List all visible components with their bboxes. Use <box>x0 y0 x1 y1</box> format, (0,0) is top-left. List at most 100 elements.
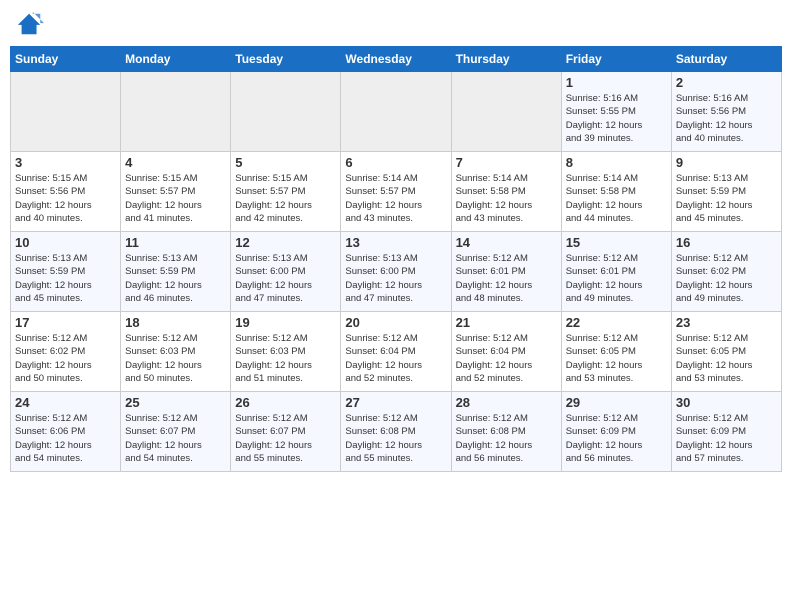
day-info: Sunrise: 5:12 AM Sunset: 6:02 PM Dayligh… <box>676 252 777 305</box>
day-number: 12 <box>235 235 336 250</box>
weekday-header-sunday: Sunday <box>11 47 121 72</box>
calendar-cell: 16Sunrise: 5:12 AM Sunset: 6:02 PM Dayli… <box>671 232 781 312</box>
calendar-cell: 14 Sunrise: 5:12 AM Sunset: 6:01 PM Dayli… <box>451 232 561 312</box>
day-number: 24 <box>15 395 116 410</box>
calendar-cell: 28 Sunrise: 5:12 AM Sunset: 6:08 PM Dayli… <box>451 392 561 472</box>
day-number: 15 <box>566 235 667 250</box>
day-info: Sunrise: 5:12 AM Sunset: 6:07 PM Dayligh… <box>125 412 226 465</box>
calendar-cell: 21 Sunrise: 5:12 AM Sunset: 6:04 PM Dayli… <box>451 312 561 392</box>
day-info: Sunrise: 5:12 AM Sunset: 6:09 PM Dayligh… <box>676 412 777 465</box>
day-number: 1 <box>566 75 667 90</box>
logo <box>14 10 44 38</box>
day-number: 10 <box>15 235 116 250</box>
day-number: 22 <box>566 315 667 330</box>
weekday-header-saturday: Saturday <box>671 47 781 72</box>
weekday-header-friday: Friday <box>561 47 671 72</box>
calendar-week-2: 3 Sunrise: 5:15 AM Sunset: 5:56 PM Daylig… <box>11 152 782 232</box>
day-number: 17 <box>15 315 116 330</box>
weekday-header-row: SundayMondayTuesdayWednesdayThursdayFrid… <box>11 47 782 72</box>
day-number: 21 <box>456 315 557 330</box>
day-info: Sunrise: 5:12 AM Sunset: 6:01 PM Dayligh… <box>566 252 667 305</box>
calendar-cell: 13Sunrise: 5:13 AM Sunset: 6:00 PM Dayli… <box>341 232 451 312</box>
calendar-cell: 4 Sunrise: 5:15 AM Sunset: 5:57 PM Daylig… <box>121 152 231 232</box>
day-info: Sunrise: 5:12 AM Sunset: 6:03 PM Dayligh… <box>235 332 336 385</box>
calendar-cell: 25 Sunrise: 5:12 AM Sunset: 6:07 PM Dayli… <box>121 392 231 472</box>
day-info: Sunrise: 5:12 AM Sunset: 6:08 PM Dayligh… <box>456 412 557 465</box>
weekday-header-tuesday: Tuesday <box>231 47 341 72</box>
calendar-cell: 29 Sunrise: 5:12 AM Sunset: 6:09 PM Dayli… <box>561 392 671 472</box>
day-info: Sunrise: 5:12 AM Sunset: 6:05 PM Dayligh… <box>676 332 777 385</box>
day-info: Sunrise: 5:12 AM Sunset: 6:06 PM Dayligh… <box>15 412 116 465</box>
weekday-header-monday: Monday <box>121 47 231 72</box>
calendar-cell: 23 Sunrise: 5:12 AM Sunset: 6:05 PM Dayli… <box>671 312 781 392</box>
day-number: 29 <box>566 395 667 410</box>
calendar-cell: 22 Sunrise: 5:12 AM Sunset: 6:05 PM Dayli… <box>561 312 671 392</box>
calendar-cell: 9 Sunrise: 5:13 AM Sunset: 5:59 PM Daylig… <box>671 152 781 232</box>
calendar-cell: 3 Sunrise: 5:15 AM Sunset: 5:56 PM Daylig… <box>11 152 121 232</box>
calendar-cell: 20 Sunrise: 5:12 AM Sunset: 6:04 PM Dayli… <box>341 312 451 392</box>
calendar-week-4: 17 Sunrise: 5:12 AM Sunset: 6:02 PM Dayli… <box>11 312 782 392</box>
calendar-cell <box>121 72 231 152</box>
calendar-cell <box>11 72 121 152</box>
day-info: Sunrise: 5:14 AM Sunset: 5:58 PM Dayligh… <box>566 172 667 225</box>
calendar-cell: 2Sunrise: 5:16 AM Sunset: 5:56 PM Daylig… <box>671 72 781 152</box>
calendar-cell: 7 Sunrise: 5:14 AM Sunset: 5:58 PM Daylig… <box>451 152 561 232</box>
day-info: Sunrise: 5:13 AM Sunset: 6:00 PM Dayligh… <box>345 252 446 305</box>
day-info: Sunrise: 5:13 AM Sunset: 5:59 PM Dayligh… <box>125 252 226 305</box>
day-info: Sunrise: 5:12 AM Sunset: 6:07 PM Dayligh… <box>235 412 336 465</box>
calendar-cell: 8 Sunrise: 5:14 AM Sunset: 5:58 PM Daylig… <box>561 152 671 232</box>
day-info: Sunrise: 5:15 AM Sunset: 5:57 PM Dayligh… <box>125 172 226 225</box>
calendar-week-5: 24 Sunrise: 5:12 AM Sunset: 6:06 PM Dayli… <box>11 392 782 472</box>
calendar-cell: 15 Sunrise: 5:12 AM Sunset: 6:01 PM Dayli… <box>561 232 671 312</box>
day-number: 7 <box>456 155 557 170</box>
day-number: 20 <box>345 315 446 330</box>
day-info: Sunrise: 5:12 AM Sunset: 6:01 PM Dayligh… <box>456 252 557 305</box>
day-info: Sunrise: 5:14 AM Sunset: 5:58 PM Dayligh… <box>456 172 557 225</box>
day-number: 26 <box>235 395 336 410</box>
day-number: 14 <box>456 235 557 250</box>
calendar-cell: 17 Sunrise: 5:12 AM Sunset: 6:02 PM Dayli… <box>11 312 121 392</box>
calendar-cell: 11 Sunrise: 5:13 AM Sunset: 5:59 PM Dayli… <box>121 232 231 312</box>
calendar-cell: 30 Sunrise: 5:12 AM Sunset: 6:09 PM Dayli… <box>671 392 781 472</box>
calendar-cell: 12 Sunrise: 5:13 AM Sunset: 6:00 PM Dayli… <box>231 232 341 312</box>
day-info: Sunrise: 5:13 AM Sunset: 5:59 PM Dayligh… <box>676 172 777 225</box>
calendar-cell: 26 Sunrise: 5:12 AM Sunset: 6:07 PM Dayli… <box>231 392 341 472</box>
logo-icon <box>16 10 44 38</box>
calendar-cell: 19 Sunrise: 5:12 AM Sunset: 6:03 PM Dayli… <box>231 312 341 392</box>
calendar-cell <box>451 72 561 152</box>
calendar-cell: 24 Sunrise: 5:12 AM Sunset: 6:06 PM Dayli… <box>11 392 121 472</box>
calendar-cell: 1 Sunrise: 5:16 AM Sunset: 5:55 PM Daylig… <box>561 72 671 152</box>
day-number: 9 <box>676 155 777 170</box>
day-info: Sunrise: 5:12 AM Sunset: 6:04 PM Dayligh… <box>456 332 557 385</box>
day-info: Sunrise: 5:15 AM Sunset: 5:57 PM Dayligh… <box>235 172 336 225</box>
day-info: Sunrise: 5:12 AM Sunset: 6:09 PM Dayligh… <box>566 412 667 465</box>
day-number: 4 <box>125 155 226 170</box>
day-info: Sunrise: 5:16 AM Sunset: 5:55 PM Dayligh… <box>566 92 667 145</box>
day-number: 3 <box>15 155 116 170</box>
day-number: 23 <box>676 315 777 330</box>
day-info: Sunrise: 5:12 AM Sunset: 6:02 PM Dayligh… <box>15 332 116 385</box>
day-number: 30 <box>676 395 777 410</box>
weekday-header-thursday: Thursday <box>451 47 561 72</box>
calendar-week-3: 10 Sunrise: 5:13 AM Sunset: 5:59 PM Dayli… <box>11 232 782 312</box>
day-info: Sunrise: 5:13 AM Sunset: 5:59 PM Dayligh… <box>15 252 116 305</box>
calendar-cell: 27Sunrise: 5:12 AM Sunset: 6:08 PM Dayli… <box>341 392 451 472</box>
day-number: 11 <box>125 235 226 250</box>
calendar-cell: 5 Sunrise: 5:15 AM Sunset: 5:57 PM Daylig… <box>231 152 341 232</box>
day-number: 8 <box>566 155 667 170</box>
day-info: Sunrise: 5:12 AM Sunset: 6:03 PM Dayligh… <box>125 332 226 385</box>
calendar-cell: 18 Sunrise: 5:12 AM Sunset: 6:03 PM Dayli… <box>121 312 231 392</box>
calendar-cell <box>341 72 451 152</box>
day-number: 18 <box>125 315 226 330</box>
day-info: Sunrise: 5:13 AM Sunset: 6:00 PM Dayligh… <box>235 252 336 305</box>
day-info: Sunrise: 5:12 AM Sunset: 6:04 PM Dayligh… <box>345 332 446 385</box>
day-number: 28 <box>456 395 557 410</box>
day-info: Sunrise: 5:14 AM Sunset: 5:57 PM Dayligh… <box>345 172 446 225</box>
day-info: Sunrise: 5:15 AM Sunset: 5:56 PM Dayligh… <box>15 172 116 225</box>
calendar-week-1: 1 Sunrise: 5:16 AM Sunset: 5:55 PM Daylig… <box>11 72 782 152</box>
calendar-table: SundayMondayTuesdayWednesdayThursdayFrid… <box>10 46 782 472</box>
day-number: 5 <box>235 155 336 170</box>
day-info: Sunrise: 5:12 AM Sunset: 6:05 PM Dayligh… <box>566 332 667 385</box>
day-number: 25 <box>125 395 226 410</box>
day-number: 19 <box>235 315 336 330</box>
